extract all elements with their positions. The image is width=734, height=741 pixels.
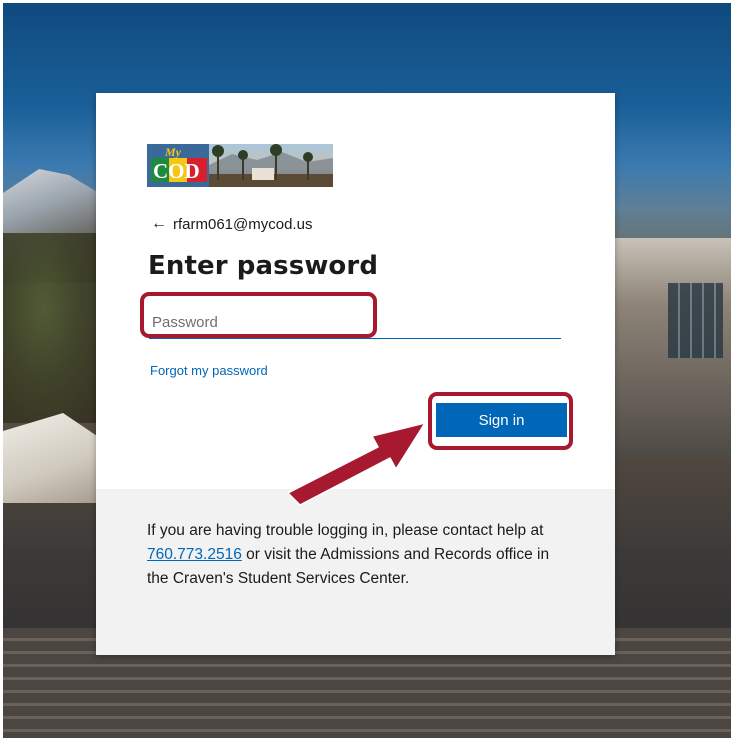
building-image	[611, 238, 731, 458]
sign-in-button[interactable]: Sign in	[436, 403, 567, 437]
tent-image	[3, 413, 103, 503]
trees-image	[3, 233, 103, 423]
logo-my-text: My	[164, 145, 182, 159]
building-windows	[668, 283, 723, 358]
page-title: Enter password	[148, 251, 379, 281]
logo-cod-text: COD	[153, 159, 200, 183]
login-card: COD My ← rfarm061@mycod.us Enter passwor…	[96, 93, 615, 655]
mycod-logo: COD My	[147, 144, 333, 187]
help-text-before: If you are having trouble logging in, pl…	[147, 522, 544, 539]
password-field-wrap	[149, 306, 561, 339]
help-phone-link[interactable]: 760.773.2516	[147, 546, 242, 563]
left-arrow-icon[interactable]: ←	[151, 216, 167, 232]
forgot-password-link[interactable]: Forgot my password	[150, 363, 268, 378]
identity-row[interactable]: ← rfarm061@mycod.us	[151, 214, 312, 234]
help-text: If you are having trouble logging in, pl…	[147, 519, 567, 591]
identity-email: rfarm061@mycod.us	[173, 215, 313, 233]
password-input[interactable]	[149, 306, 561, 339]
help-footer: If you are having trouble logging in, pl…	[96, 489, 615, 655]
